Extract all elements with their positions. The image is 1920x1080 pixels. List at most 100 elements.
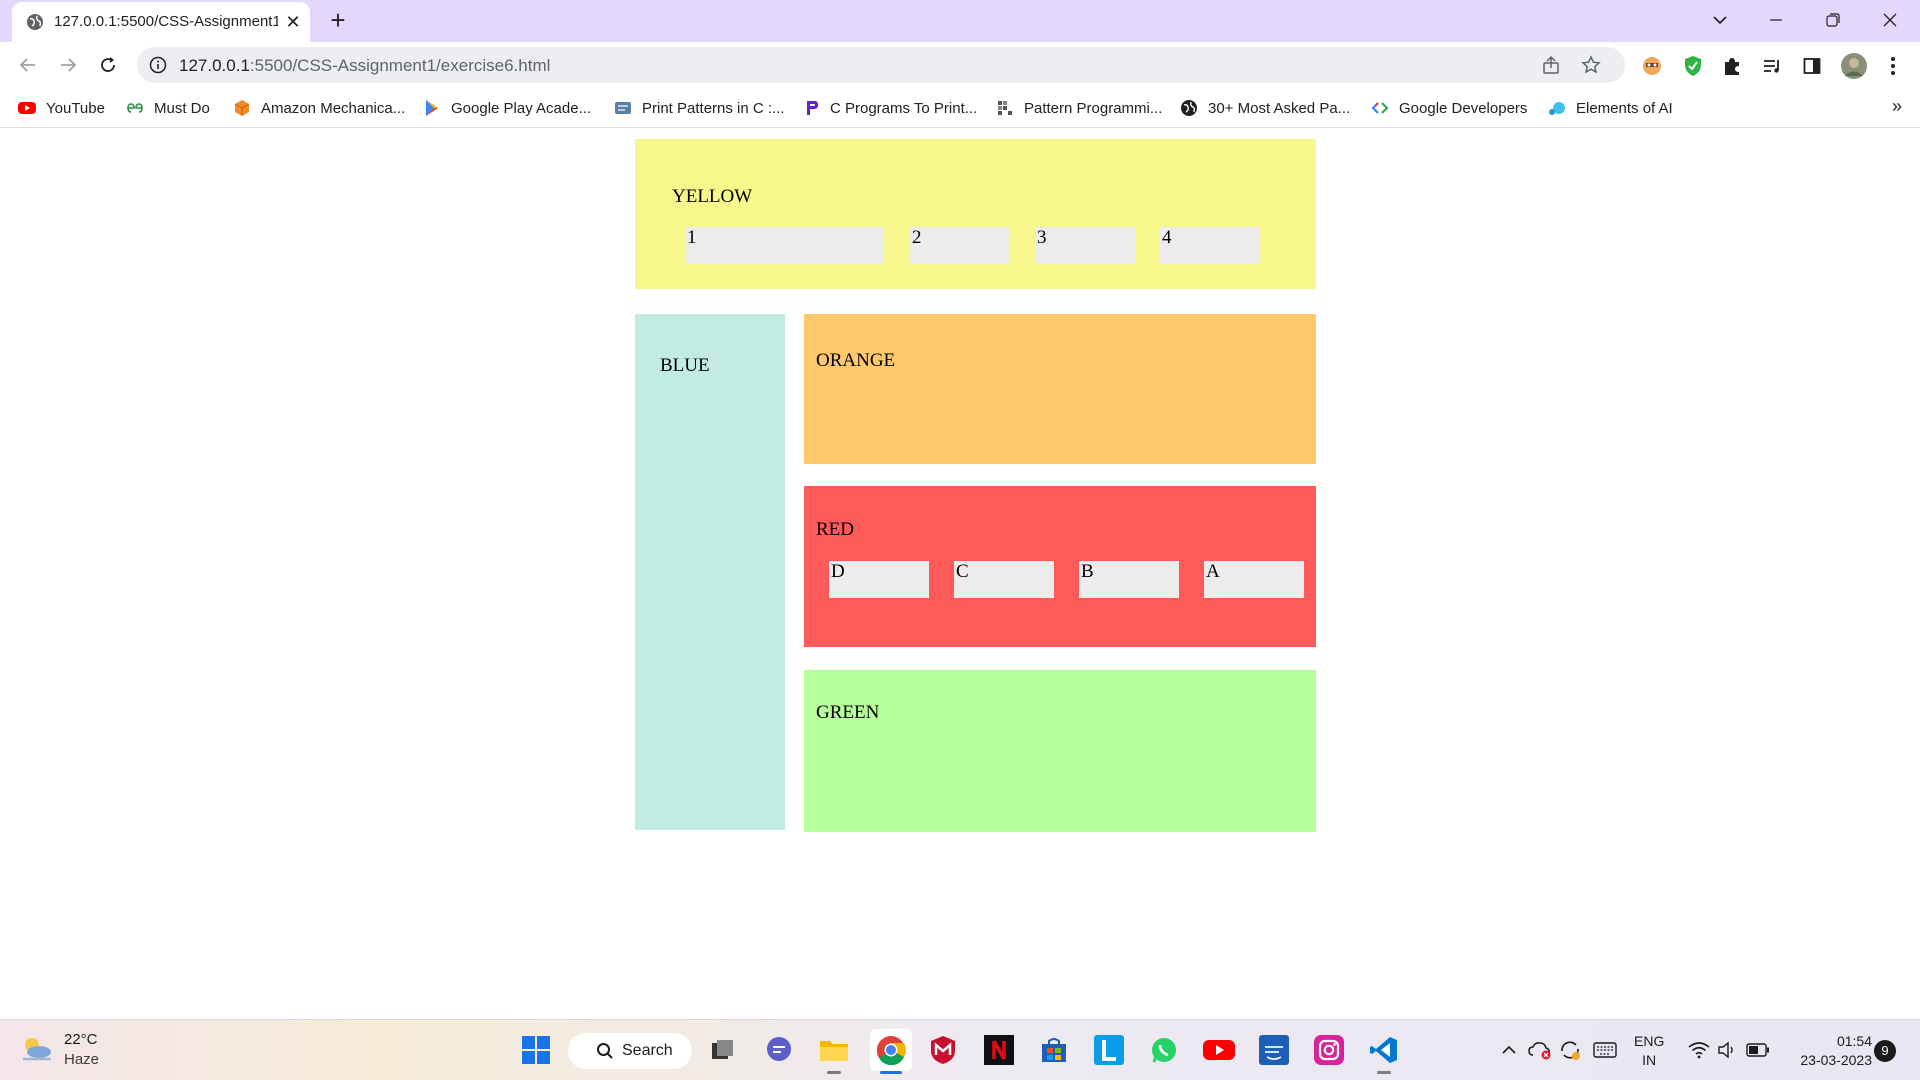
show-hidden-icons-button[interactable] — [1497, 1038, 1521, 1062]
battery-icon — [1746, 1043, 1769, 1057]
tab-close-icon[interactable]: ✕ — [282, 11, 304, 33]
notification-count-badge[interactable]: 9 — [1874, 1040, 1896, 1062]
netflix-icon — [984, 1035, 1014, 1065]
microsoft-store-button[interactable] — [1036, 1032, 1072, 1068]
puzzle-icon — [1725, 58, 1739, 75]
sync-tray-icon[interactable] — [1557, 1038, 1583, 1062]
bookmark-c-programs[interactable]: C Programs To Print... — [802, 96, 977, 120]
chrome-active-indicator — [880, 1071, 902, 1074]
keyboard-icon — [1593, 1042, 1617, 1058]
clock-time: 01:54 — [1836, 1033, 1872, 1049]
forward-button[interactable] — [54, 51, 82, 79]
restore-button[interactable] — [1805, 0, 1861, 40]
google-play-icon — [426, 100, 438, 116]
bookmark-star-icon[interactable] — [1581, 55, 1601, 75]
instagram-button[interactable] — [1311, 1032, 1347, 1068]
taskbar-clock[interactable]: 01:54 23-03-2023 — [1786, 1032, 1872, 1070]
whatsapp-icon — [1152, 1038, 1176, 1063]
minimize-button[interactable] — [1748, 0, 1804, 40]
blue-box: BLUE — [635, 314, 785, 830]
red-item-b: B — [1079, 561, 1179, 598]
bookmark-elements-of-ai[interactable]: Elements of AI — [1548, 96, 1673, 120]
media-control-button[interactable] — [1760, 54, 1784, 78]
input-language-indicator[interactable]: ENG IN — [1634, 1032, 1664, 1070]
shield-extension-button[interactable] — [1681, 54, 1705, 78]
amazon-box-icon — [234, 100, 250, 116]
search-icon — [597, 1043, 613, 1059]
browser-title-bar: 127.0.0.1:5500/CSS-Assignment1/ ✕ + — [0, 0, 1920, 42]
browser-tab-active[interactable]: 127.0.0.1:5500/CSS-Assignment1/ ✕ — [12, 2, 310, 42]
bookmark-amazon-mechanical[interactable]: Amazon Mechanica... — [233, 96, 405, 120]
vscode-icon — [1370, 1037, 1397, 1063]
side-panel-icon — [1803, 58, 1821, 74]
teams-chat-button[interactable] — [761, 1032, 797, 1068]
tab-search-button[interactable] — [1692, 0, 1748, 40]
url-text[interactable]: 127.0.0.1:5500/CSS-Assignment1/exercise6… — [179, 56, 550, 76]
share-icon[interactable] — [1541, 55, 1561, 75]
new-tab-button[interactable]: + — [324, 7, 352, 35]
close-window-button[interactable] — [1862, 0, 1918, 40]
vscode-running-indicator — [1377, 1071, 1391, 1074]
bookmarks-bar: YouTube Must Do Amazon Mechanica... Goog… — [0, 88, 1920, 128]
start-button[interactable] — [518, 1032, 554, 1068]
battery-tray-icon[interactable] — [1743, 1038, 1773, 1062]
red-item-a: A — [1204, 561, 1304, 598]
task-view-button[interactable] — [705, 1032, 741, 1068]
store-icon — [1042, 1038, 1066, 1062]
address-bar[interactable]: 127.0.0.1:5500/CSS-Assignment1/exercise6… — [137, 47, 1625, 83]
prime-video-icon — [1259, 1035, 1289, 1065]
restore-icon — [1826, 13, 1840, 27]
youtube-app-button[interactable] — [1201, 1032, 1237, 1068]
profile-avatar[interactable] — [1840, 52, 1868, 80]
windows-logo-icon — [522, 1036, 550, 1064]
orange-label: ORANGE — [816, 350, 896, 371]
yellow-item-4: 4 — [1160, 227, 1260, 264]
blue-label: BLUE — [660, 355, 710, 376]
netflix-button[interactable] — [981, 1032, 1017, 1068]
chevron-up-icon — [1502, 1045, 1516, 1054]
browser-menu-button[interactable] — [1881, 54, 1905, 78]
taskbar-search-box[interactable]: Search — [568, 1033, 692, 1069]
yellow-box: YELLOW 1 2 3 4 — [635, 139, 1316, 289]
yellow-label: YELLOW — [672, 186, 753, 207]
minimize-icon — [1770, 19, 1782, 21]
bookmark-google-developers[interactable]: Google Developers — [1371, 96, 1527, 120]
extensions-button[interactable] — [1720, 54, 1744, 78]
mcafee-icon — [931, 1036, 955, 1064]
reload-button[interactable] — [94, 51, 122, 79]
mcafee-button[interactable] — [925, 1032, 961, 1068]
onedrive-tray-icon[interactable] — [1527, 1038, 1553, 1062]
back-button[interactable] — [14, 51, 42, 79]
file-explorer-button[interactable] — [816, 1032, 852, 1068]
side-panel-button[interactable] — [1800, 54, 1824, 78]
wifi-tray-icon[interactable] — [1685, 1038, 1713, 1062]
clock-date: 23-03-2023 — [1800, 1052, 1872, 1068]
globe-icon — [27, 14, 43, 30]
bookmark-most-asked-patterns[interactable]: 30+ Most Asked Pa... — [1180, 96, 1350, 120]
task-view-icon — [712, 1040, 733, 1059]
bookmark-youtube[interactable]: YouTube — [18, 96, 105, 120]
red-item-c: C — [954, 561, 1054, 598]
print-patterns-icon — [615, 102, 631, 114]
bookmark-label: Google Play Acade... — [451, 99, 592, 117]
web-page-content: YELLOW 1 2 3 4 BLUE ORANGE RED D C B A G… — [0, 129, 1920, 1019]
touch-keyboard-button[interactable] — [1591, 1038, 1619, 1062]
bookmark-google-play-academy[interactable]: Google Play Acade... — [423, 96, 591, 120]
site-info-icon[interactable] — [149, 56, 167, 74]
volume-tray-icon[interactable] — [1713, 1038, 1741, 1062]
bookmark-must-do[interactable]: Must Do — [126, 96, 210, 120]
playlist-icon — [1764, 60, 1779, 73]
prime-video-button[interactable] — [1256, 1032, 1292, 1068]
bookmark-pattern-programming[interactable]: Pattern Programmi... — [996, 96, 1162, 120]
bookmark-print-patterns[interactable]: Print Patterns in C :... — [614, 96, 785, 120]
bookmarks-overflow-button[interactable]: » — [1892, 96, 1902, 117]
windows-taskbar: 22°C Haze Search ENG IN 01:54 23-03-2023… — [0, 1019, 1920, 1080]
l-app-button[interactable] — [1091, 1032, 1127, 1068]
more-vertical-icon — [1891, 57, 1895, 75]
chrome-button[interactable] — [870, 1029, 912, 1071]
whatsapp-button[interactable] — [1146, 1032, 1182, 1068]
cloud-error-icon — [1528, 1042, 1551, 1060]
reload-icon — [101, 57, 115, 72]
vscode-button[interactable] — [1366, 1032, 1402, 1068]
extension-avatar-button[interactable] — [1640, 54, 1664, 78]
